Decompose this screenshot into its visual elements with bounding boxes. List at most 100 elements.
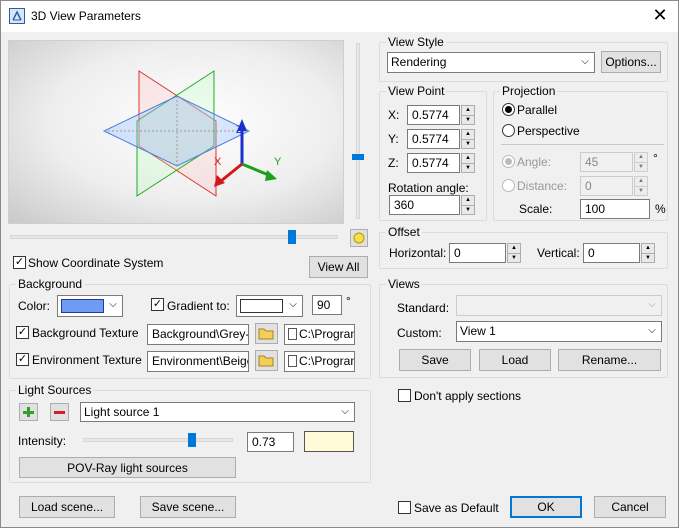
cancel-button[interactable]: Cancel [594, 496, 666, 518]
background-texture-input[interactable]: Background\Grey-bl [147, 324, 249, 345]
environment-path-input[interactable]: C:\Progran [284, 351, 355, 372]
minus-icon [54, 411, 65, 414]
rename-view-button[interactable]: Rename... [558, 349, 661, 371]
color-label: Color: [18, 299, 51, 313]
svg-text:Z: Z [236, 124, 243, 136]
view-point-z-spinner[interactable]: ▲ ▼ [461, 153, 475, 173]
background-path-input[interactable]: C:\Progran [284, 324, 355, 345]
background-color-picker[interactable]: ⌵ [57, 295, 123, 317]
rotation-angle-label: Rotation angle: [388, 181, 469, 195]
angle-input[interactable]: 45 [580, 152, 633, 172]
intensity-slider-thumb[interactable] [188, 433, 196, 447]
chevron-down-icon: ⌵ [648, 325, 656, 336]
vertical-label: Vertical: [537, 246, 580, 260]
zoom-vertical-slider-thumb[interactable] [352, 154, 364, 160]
background-color-swatch [61, 299, 104, 313]
angle-radio[interactable] [502, 155, 515, 168]
chevron-down-icon: ⌵ [289, 299, 297, 310]
light-color-swatch[interactable] [304, 431, 354, 452]
light-source-select-value: Light source 1 [84, 405, 160, 419]
scale-input[interactable]: 100 [580, 199, 650, 219]
projection-divider [501, 144, 664, 145]
remove-light-button[interactable] [50, 403, 69, 421]
vertical-offset-spinner[interactable]: ▲ ▼ [641, 243, 655, 263]
gradient-color-picker[interactable]: ⌵ [236, 295, 303, 317]
light-bulb-button[interactable] [350, 229, 368, 247]
gradient-checkbox[interactable]: ✓ [151, 298, 164, 311]
horizontal-offset-spinner[interactable]: ▲ ▼ [507, 243, 521, 263]
plus-icon [23, 407, 34, 417]
custom-view-select-value: View 1 [460, 324, 496, 338]
intensity-slider-track[interactable] [83, 438, 233, 442]
svg-text:X: X [214, 156, 222, 168]
intensity-input[interactable]: 0.73 [247, 432, 294, 452]
distance-radio[interactable] [502, 179, 515, 192]
browse-environment-texture-button[interactable] [255, 350, 278, 371]
view-style-options-button[interactable]: Options... [601, 51, 661, 73]
gradient-color-swatch [240, 299, 283, 313]
zoom-vertical-slider-track[interactable] [356, 43, 360, 219]
preview-viewport[interactable]: Z Y X [8, 40, 344, 224]
svg-text:Y: Y [274, 156, 282, 168]
rotation-horizontal-slider-thumb[interactable] [288, 230, 296, 244]
view-point-y-spinner[interactable]: ▲ ▼ [461, 129, 475, 149]
window-title: 3D View Parameters [31, 9, 141, 23]
show-coordinate-system-label: Show Coordinate System [28, 256, 164, 270]
save-as-default-checkbox[interactable] [398, 501, 411, 514]
app-icon [9, 8, 25, 24]
view-style-group-label: View Style [386, 35, 446, 49]
light-sources-group-label: Light Sources [16, 383, 94, 397]
parallel-radio[interactable] [502, 103, 515, 116]
pov-ray-light-sources-button[interactable]: POV-Ray light sources [19, 457, 236, 478]
horizontal-offset-input[interactable]: 0 [449, 243, 506, 263]
environment-texture-input[interactable]: Environment\Beige_ [147, 351, 249, 372]
save-as-default-label: Save as Default [414, 501, 499, 515]
distance-label: Distance: [517, 179, 568, 193]
browse-background-texture-button[interactable] [255, 323, 278, 344]
chevron-down-icon: ⌵ [581, 56, 589, 67]
folder-icon [258, 355, 274, 367]
rotation-angle-spinner[interactable]: ▲ ▼ [461, 195, 475, 215]
title-bar: 3D View Parameters ✕ [1, 1, 678, 32]
save-view-button[interactable]: Save [399, 349, 471, 371]
save-scene-button[interactable]: Save scene... [140, 496, 236, 518]
scale-percent-label: % [655, 202, 666, 216]
view-style-select[interactable]: Rendering ⌵ [387, 52, 595, 73]
load-scene-button[interactable]: Load scene... [19, 496, 115, 518]
view-point-y-input[interactable]: 0.5774 [407, 129, 460, 149]
custom-view-select[interactable]: View 1 ⌵ [456, 321, 662, 342]
perspective-radio[interactable] [502, 124, 515, 137]
rotation-angle-input[interactable]: 360 [389, 195, 460, 215]
standard-view-select[interactable]: ⌵ [456, 295, 662, 316]
view-point-x-spinner[interactable]: ▲ ▼ [461, 105, 475, 125]
angle-spinner[interactable]: ▲ ▼ [634, 152, 648, 172]
distance-input[interactable]: 0 [580, 176, 633, 196]
view-all-button[interactable]: View All [309, 256, 368, 278]
light-source-select[interactable]: Light source 1 ⌵ [80, 402, 355, 422]
dont-apply-sections-label: Don't apply sections [414, 389, 522, 403]
perspective-label: Perspective [517, 124, 580, 138]
chevron-down-icon: ⌵ [341, 406, 349, 417]
load-view-button[interactable]: Load [479, 349, 551, 371]
close-icon[interactable]: ✕ [650, 5, 670, 25]
distance-spinner[interactable]: ▲ ▼ [634, 176, 648, 196]
view-point-z-input[interactable]: 0.5774 [407, 153, 460, 173]
ok-button[interactable]: OK [510, 496, 582, 518]
chevron-down-icon: ⌵ [109, 299, 117, 310]
show-coordinate-system-checkbox[interactable]: ✓ [13, 256, 26, 269]
add-light-button[interactable] [19, 403, 38, 421]
z-label: Z: [388, 156, 399, 170]
coordinate-system-graphic: Z Y X [102, 70, 282, 197]
custom-label: Custom: [397, 326, 442, 340]
view-point-group-label: View Point [386, 84, 447, 98]
angle-degree-label: ° [653, 151, 658, 165]
view-point-x-input[interactable]: 0.5774 [407, 105, 460, 125]
gradient-angle-input[interactable]: 90 [312, 295, 342, 315]
projection-group-label: Projection [500, 84, 558, 98]
environment-texture-checkbox[interactable]: ✓ [16, 353, 29, 366]
background-group-label: Background [16, 277, 85, 291]
dont-apply-sections-checkbox[interactable] [398, 389, 411, 402]
vertical-offset-input[interactable]: 0 [583, 243, 640, 263]
gradient-label: Gradient to: [167, 299, 230, 313]
background-texture-checkbox[interactable]: ✓ [16, 326, 29, 339]
